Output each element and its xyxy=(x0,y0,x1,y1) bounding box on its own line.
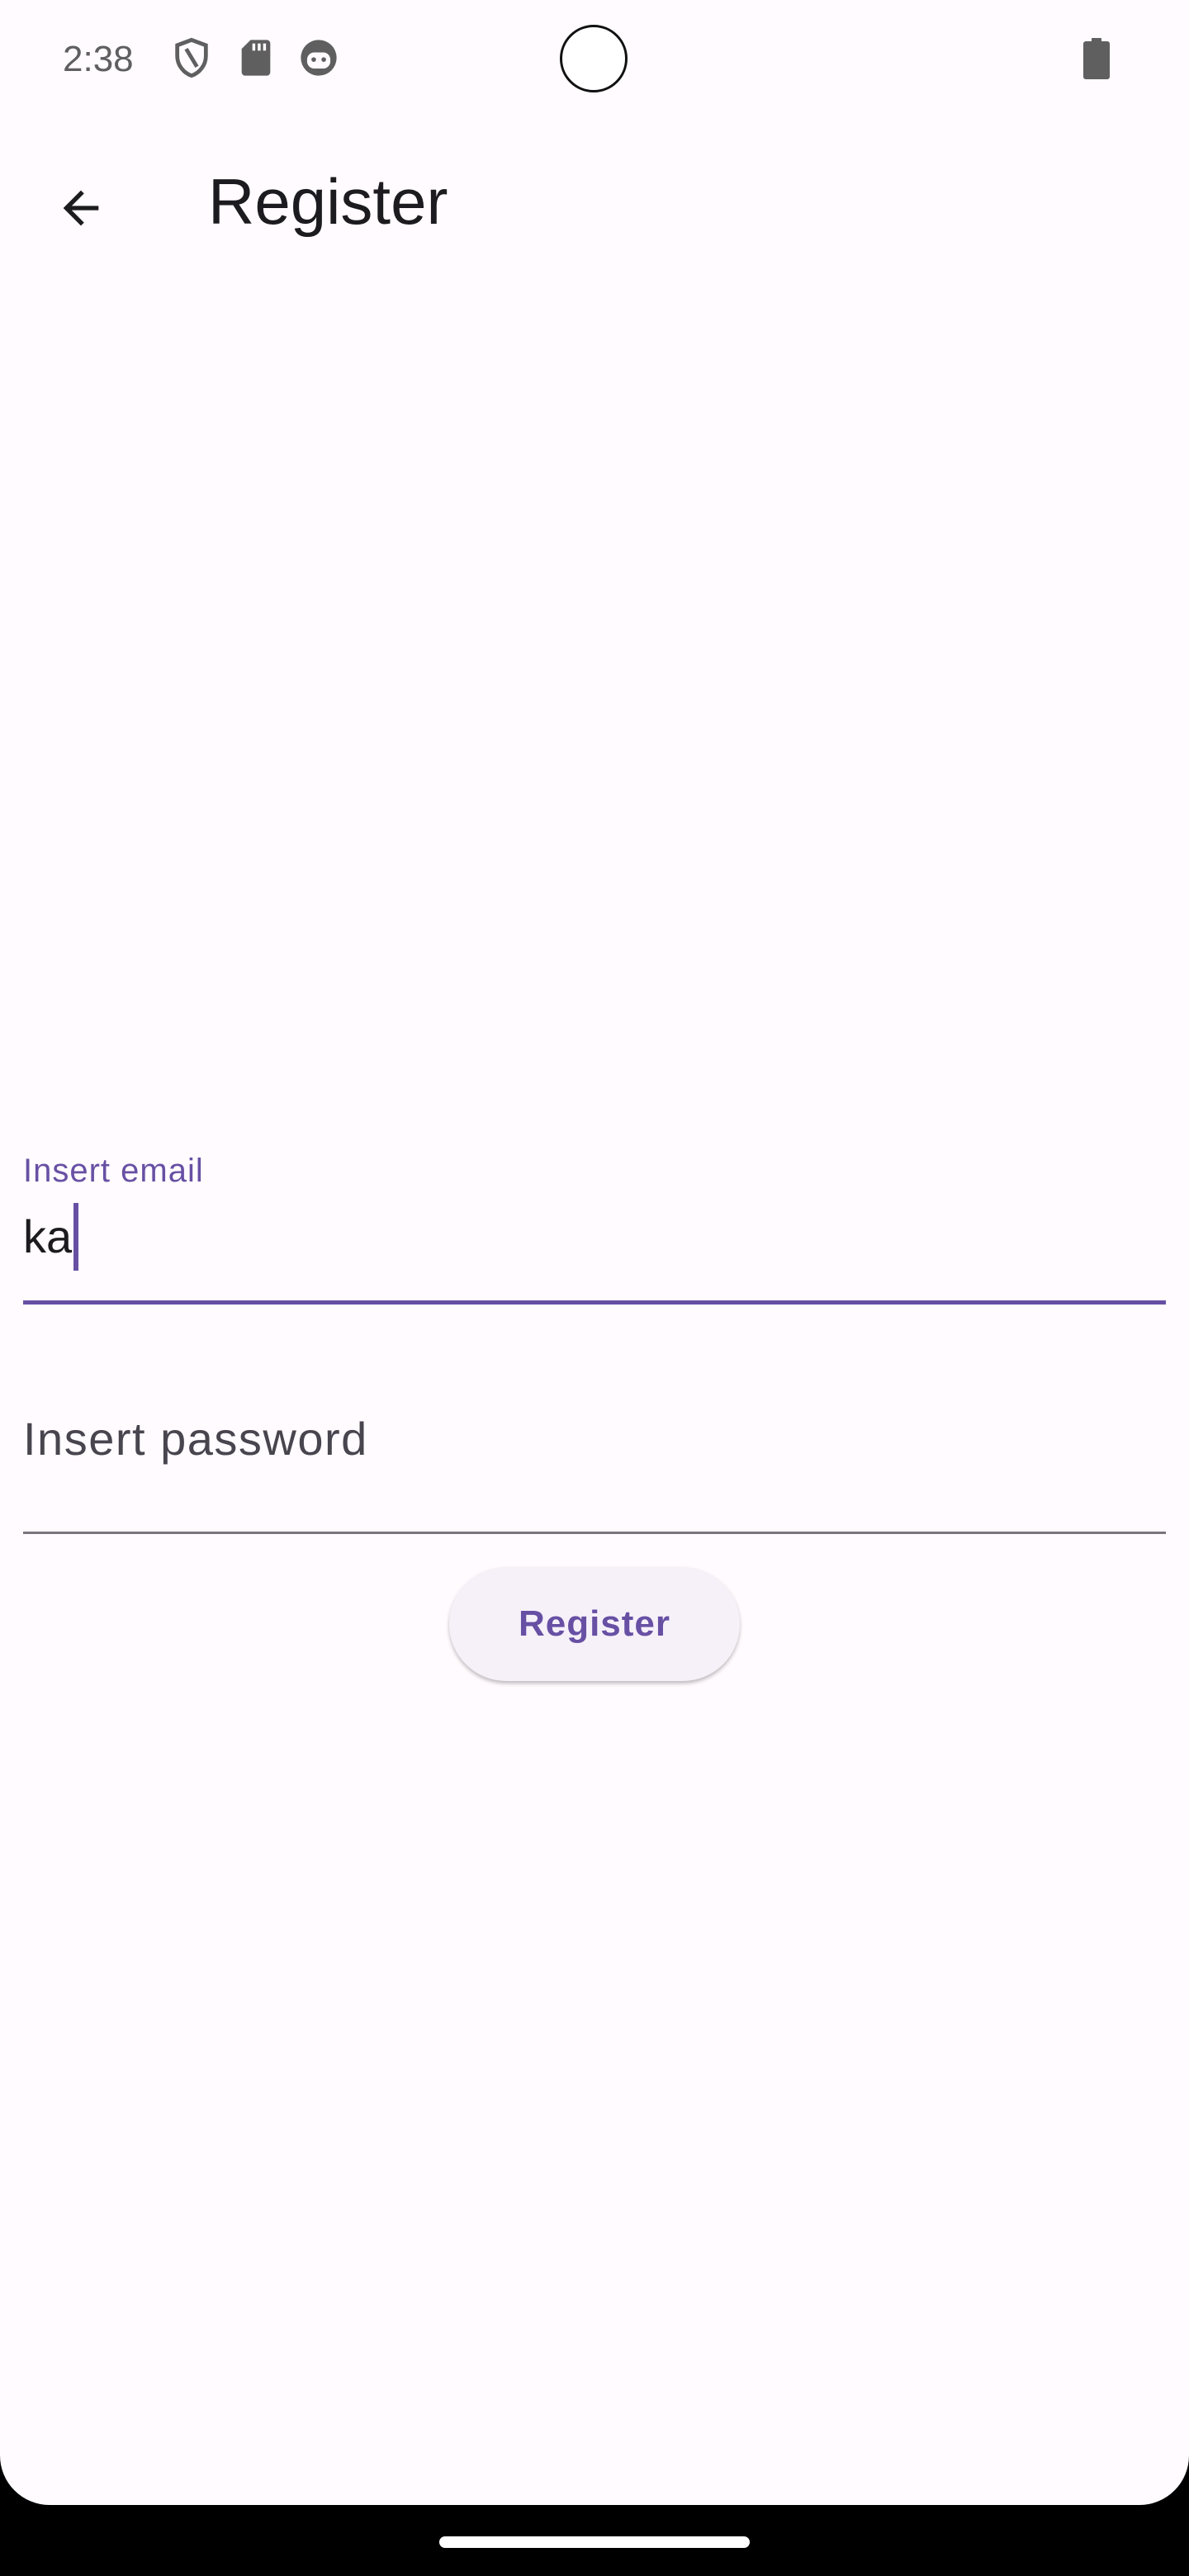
register-screen: 2:38 Register Insert email ka Insert pas… xyxy=(0,0,1189,2576)
password-field[interactable]: Insert password xyxy=(23,1354,1166,1534)
arrow-back-icon xyxy=(63,190,99,226)
top-app-bar: Register xyxy=(0,121,1189,277)
navigation-bar xyxy=(0,2505,1189,2576)
status-bar: 2:38 xyxy=(0,0,1189,121)
shield-icon xyxy=(170,36,213,79)
register-button[interactable]: Register xyxy=(449,1567,740,1681)
screen-corner-left xyxy=(0,2455,50,2505)
screen-corner-right xyxy=(1139,2455,1189,2505)
battery-icon xyxy=(1083,38,1110,79)
email-value: ka xyxy=(23,1210,73,1262)
password-field-label: Insert password xyxy=(23,1413,368,1465)
email-input[interactable]: ka xyxy=(23,1202,79,1271)
text-cursor xyxy=(73,1203,79,1271)
home-indicator[interactable] xyxy=(439,2536,750,2548)
sd-card-icon xyxy=(234,36,277,79)
back-button[interactable] xyxy=(36,163,126,253)
page-title: Register xyxy=(208,165,448,238)
android-face-icon xyxy=(297,36,340,79)
camera-cutout xyxy=(560,25,628,92)
status-time: 2:38 xyxy=(63,39,134,79)
email-field-label: Insert email xyxy=(23,1153,204,1189)
register-button-label: Register xyxy=(518,1603,671,1644)
email-field[interactable]: Insert email ka xyxy=(23,1148,1166,1305)
